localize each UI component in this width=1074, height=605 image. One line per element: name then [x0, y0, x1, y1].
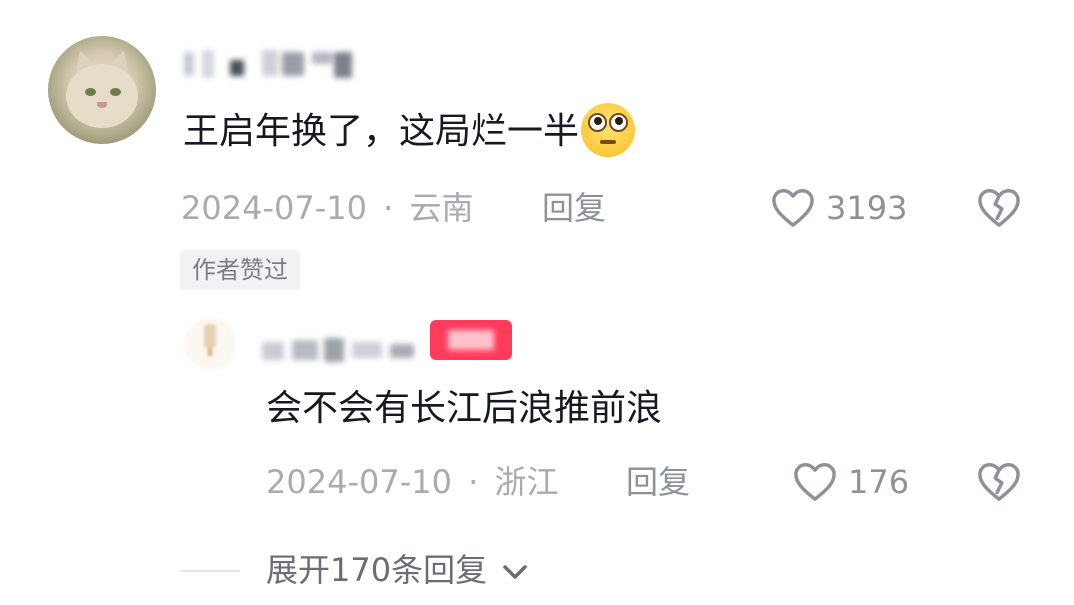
reply-reply-button[interactable]: 回复 [626, 460, 690, 504]
replier-avatar[interactable] [184, 318, 236, 370]
comment-date: 2024-07-10 [181, 189, 367, 227]
author-liked-badge: 作者赞过 [180, 250, 300, 290]
reply-like-button[interactable]: 176 [792, 456, 912, 506]
reply-location: 浙江 [494, 463, 559, 501]
reply-dislike-button[interactable] [976, 456, 1024, 504]
expand-replies-button[interactable]: 展开170条回复 [266, 548, 529, 592]
comment-meta: 2024-07-10 · 云南 [181, 186, 474, 230]
reply-date: 2024-07-10 [266, 463, 452, 501]
reply-like-count: 176 [848, 463, 910, 501]
comment-text: 王启年换了，这局烂一半 [183, 103, 636, 160]
broken-heart-icon [978, 463, 1020, 501]
comment-dislike-button[interactable] [976, 182, 1024, 230]
comment-like-count: 3193 [826, 189, 908, 227]
meta-separator: · [383, 189, 394, 227]
comment-reply-button[interactable]: 回复 [542, 186, 606, 230]
meta-separator: · [468, 463, 479, 501]
comment-location: 云南 [409, 189, 474, 227]
chevron-down-icon [503, 565, 528, 579]
expand-divider [180, 570, 240, 572]
broken-heart-icon [978, 189, 1020, 227]
heart-outline-icon [772, 189, 814, 227]
reply-text: 会不会有长江后浪推前浪 [266, 388, 663, 429]
expand-replies-label: 展开170条回复 [266, 551, 488, 589]
heart-outline-icon [794, 463, 836, 501]
reply-meta: 2024-07-10 · 浙江 [266, 460, 559, 504]
avatar-cat-face [66, 64, 138, 128]
commenter-username-blurred[interactable] [182, 44, 372, 84]
replier-username-blurred[interactable] [262, 330, 422, 366]
comment-like-button[interactable]: 3193 [770, 182, 910, 232]
commenter-avatar[interactable] [48, 36, 156, 144]
author-tag-badge [430, 320, 512, 360]
flushed-face-emoji-icon [581, 103, 636, 157]
